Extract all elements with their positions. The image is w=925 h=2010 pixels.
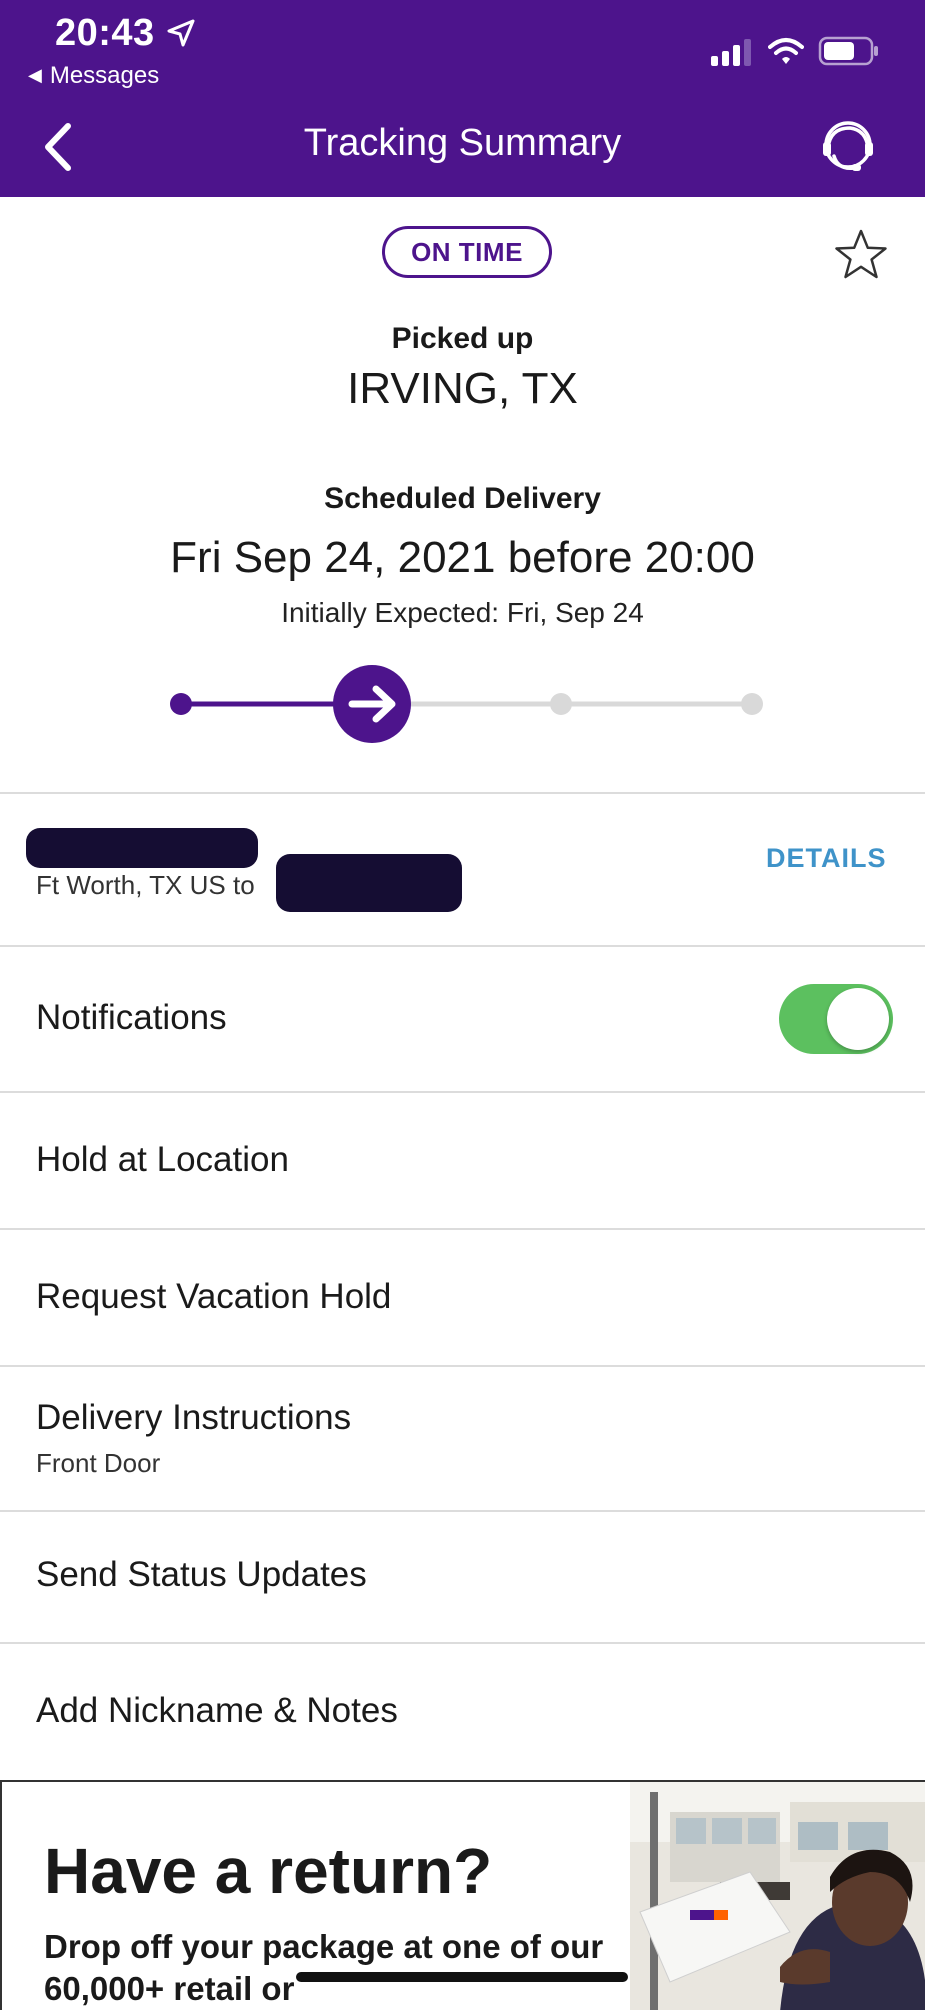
- divider: [0, 945, 925, 947]
- hold-at-location-item[interactable]: Hold at Location: [36, 1140, 289, 1180]
- app-header: 20:43 ◀ Messages Tracking Summary: [0, 0, 925, 197]
- delivery-instructions-value: Front Door: [36, 1448, 161, 1478]
- promo-photo: [630, 1782, 925, 2010]
- status-badge: ON TIME: [382, 226, 552, 278]
- shipment-route: Ft Worth, TX US to: [36, 870, 255, 900]
- toggle-knob: [827, 988, 889, 1050]
- scheduled-delivery-label: Scheduled Delivery: [324, 482, 601, 515]
- signal-icon: [711, 39, 751, 66]
- back-triangle-icon: ◀: [28, 65, 42, 85]
- redacted-destination: [276, 854, 462, 912]
- delivery-instructions-item[interactable]: Delivery Instructions: [36, 1398, 351, 1438]
- progress-tracker: [170, 665, 763, 743]
- scheduled-delivery-date: Fri Sep 24, 2021 before 20:00: [170, 533, 755, 582]
- divider: [0, 1510, 925, 1512]
- promo-title: Have a return?: [44, 1835, 493, 1907]
- divider: [0, 792, 925, 794]
- location-arrow-icon: [167, 19, 195, 47]
- progress-step-1: [170, 693, 192, 715]
- battery-icon: [818, 36, 878, 66]
- initially-expected: Initially Expected: Fri, Sep 24: [281, 597, 644, 628]
- progress-current-arrow-icon: [333, 665, 411, 743]
- redacted-tracking-number: [26, 828, 258, 868]
- divider: [0, 1365, 925, 1367]
- divider: [0, 1091, 925, 1093]
- back-to-messages[interactable]: ◀ Messages: [28, 62, 159, 90]
- customer-support-icon[interactable]: [818, 118, 878, 178]
- promo-text: Drop off your package at one of our 60,0…: [44, 1928, 604, 2007]
- picked-up-location: IRVING, TX: [347, 364, 578, 413]
- wifi-icon: [768, 38, 804, 64]
- notifications-toggle[interactable]: [779, 984, 893, 1054]
- home-indicator: [296, 1972, 628, 1982]
- back-app-label: Messages: [49, 62, 160, 89]
- progress-step-3: [550, 693, 572, 715]
- details-link[interactable]: DETAILS: [766, 843, 887, 874]
- send-status-updates-item[interactable]: Send Status Updates: [36, 1555, 367, 1595]
- progress-step-4: [741, 693, 763, 715]
- divider: [0, 1228, 925, 1230]
- divider: [0, 1642, 925, 1644]
- picked-up-label: Picked up: [391, 322, 534, 355]
- request-vacation-hold-item[interactable]: Request Vacation Hold: [36, 1277, 391, 1317]
- notifications-label: Notifications: [36, 998, 227, 1037]
- add-nickname-notes-item[interactable]: Add Nickname & Notes: [36, 1691, 398, 1731]
- status-time: 20:43: [55, 12, 155, 54]
- page-title: Tracking Summary: [303, 122, 622, 164]
- star-icon[interactable]: [833, 228, 889, 282]
